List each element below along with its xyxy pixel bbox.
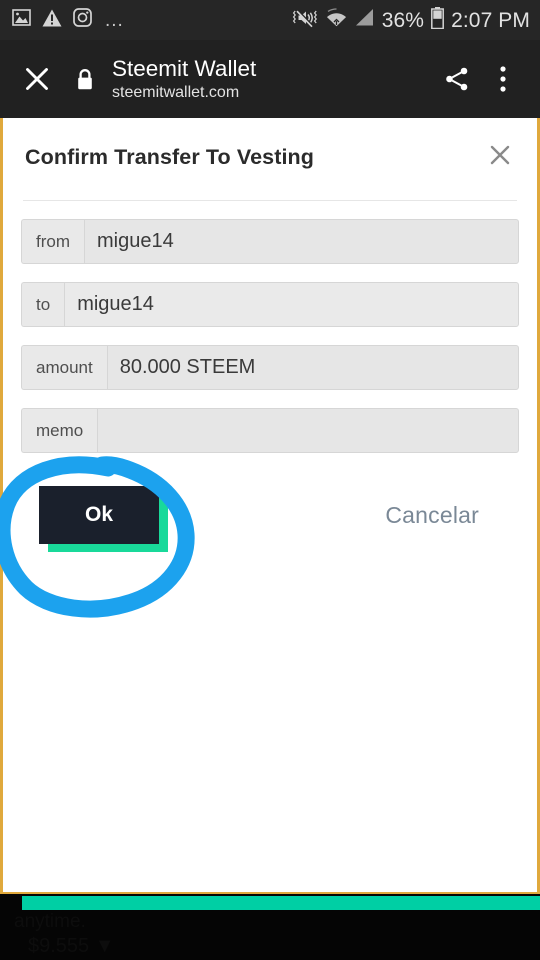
battery-icon xyxy=(431,6,445,34)
to-field-label: to xyxy=(21,282,65,327)
wifi-icon xyxy=(326,8,347,32)
instagram-icon xyxy=(73,8,92,32)
field-row-amount: amount 80.000 STEEM xyxy=(21,345,519,390)
security-indicator[interactable] xyxy=(68,58,102,100)
dialog-header: Confirm Transfer To Vesting xyxy=(3,118,537,190)
field-row-to: to migue14 xyxy=(21,282,519,327)
dialog-title: Confirm Transfer To Vesting xyxy=(25,145,315,169)
memo-field-label: memo xyxy=(21,408,98,453)
ok-button[interactable]: Ok xyxy=(39,486,159,544)
image-icon xyxy=(12,9,31,31)
toolbar-titles: Steemit Wallet steemitwallet.com xyxy=(112,55,434,103)
webview-content: Confirm Transfer To Vesting from migue14… xyxy=(0,118,540,894)
dialog-close-button[interactable] xyxy=(483,138,517,172)
amount-field-input[interactable]: 80.000 STEEM xyxy=(106,345,519,390)
share-button[interactable] xyxy=(434,56,480,102)
share-icon xyxy=(446,67,468,91)
warning-icon xyxy=(42,9,62,32)
to-field-input[interactable]: migue14 xyxy=(64,282,519,327)
page-url: steemitwallet.com xyxy=(112,84,240,101)
lock-icon xyxy=(78,68,92,89)
close-icon xyxy=(26,68,48,90)
ok-button-wrapper: Ok xyxy=(39,486,168,552)
status-bar-notifications: ... xyxy=(12,8,124,32)
overflow-menu-button[interactable] xyxy=(480,56,526,102)
background-text-line-1: anytime. xyxy=(14,911,86,932)
transfer-form: from migue14 to migue14 amount 80.000 ST… xyxy=(3,201,537,555)
from-field-label: from xyxy=(21,219,84,264)
field-row-from: from migue14 xyxy=(21,219,519,264)
more-vertical-icon xyxy=(500,66,506,92)
amount-field-label: amount xyxy=(21,345,107,390)
vibrate-mute-icon xyxy=(292,8,319,33)
status-bar: ... 36% 2:07 PM xyxy=(0,0,540,40)
clock-label: 2:07 PM xyxy=(451,8,530,32)
status-bar-system-icons: 36% 2:07 PM xyxy=(292,6,530,34)
bottom-accent-bar xyxy=(22,896,540,910)
background-text-line-2: $9.555 ▼ xyxy=(28,935,115,957)
notification-overflow-dots: ... xyxy=(105,9,124,31)
field-row-memo: memo xyxy=(21,408,519,453)
from-field-input[interactable]: migue14 xyxy=(84,219,519,264)
phone-screen: ... 36% 2:07 PM Steemit Wallet steemitwa… xyxy=(0,0,540,960)
background-page-remnant: anytime. $9.555 ▼ xyxy=(0,910,540,960)
cellular-signal-icon xyxy=(354,8,375,32)
close-icon xyxy=(490,145,510,165)
dialog-actions: Ok Cancelar xyxy=(21,475,519,555)
close-button[interactable] xyxy=(16,58,58,100)
browser-toolbar: Steemit Wallet steemitwallet.com xyxy=(0,40,540,118)
cancel-button[interactable]: Cancelar xyxy=(385,502,479,529)
battery-percent-label: 36% xyxy=(381,8,425,32)
page-title: Steemit Wallet xyxy=(112,56,257,81)
memo-field-input[interactable] xyxy=(97,408,519,453)
